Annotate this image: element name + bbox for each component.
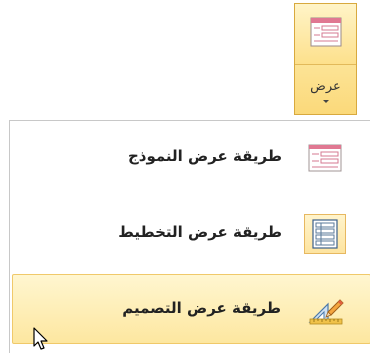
form-view-icon xyxy=(304,138,346,178)
menu-item-design-view[interactable]: طريقة عرض التصميم xyxy=(12,274,370,344)
menu-item-label: طريقة عرض النموذج xyxy=(127,147,282,165)
view-button-top[interactable] xyxy=(295,4,356,65)
menu-item-form-view[interactable]: طريقة عرض النموذج xyxy=(12,123,370,193)
view-button-dropdown[interactable]: عرض xyxy=(295,65,356,116)
chevron-down-icon xyxy=(322,99,329,103)
layout-view-icon xyxy=(304,214,346,254)
access-view-menu-screen: عرض طريقة عرض النموذج طريقة عرض التخطيط … xyxy=(0,0,370,353)
view-split-button[interactable]: عرض xyxy=(294,3,357,115)
menu-item-label: طريقة عرض التصميم xyxy=(122,299,281,317)
design-view-icon xyxy=(305,290,347,330)
view-dropdown-menu: طريقة عرض النموذج طريقة عرض التخطيط طريق… xyxy=(9,120,370,353)
form-view-icon xyxy=(310,17,342,51)
view-button-label: عرض xyxy=(310,78,341,94)
mouse-cursor-icon xyxy=(33,327,49,351)
menu-item-label: طريقة عرض التخطيط xyxy=(118,223,282,241)
menu-item-layout-view[interactable]: طريقة عرض التخطيط xyxy=(12,199,370,269)
